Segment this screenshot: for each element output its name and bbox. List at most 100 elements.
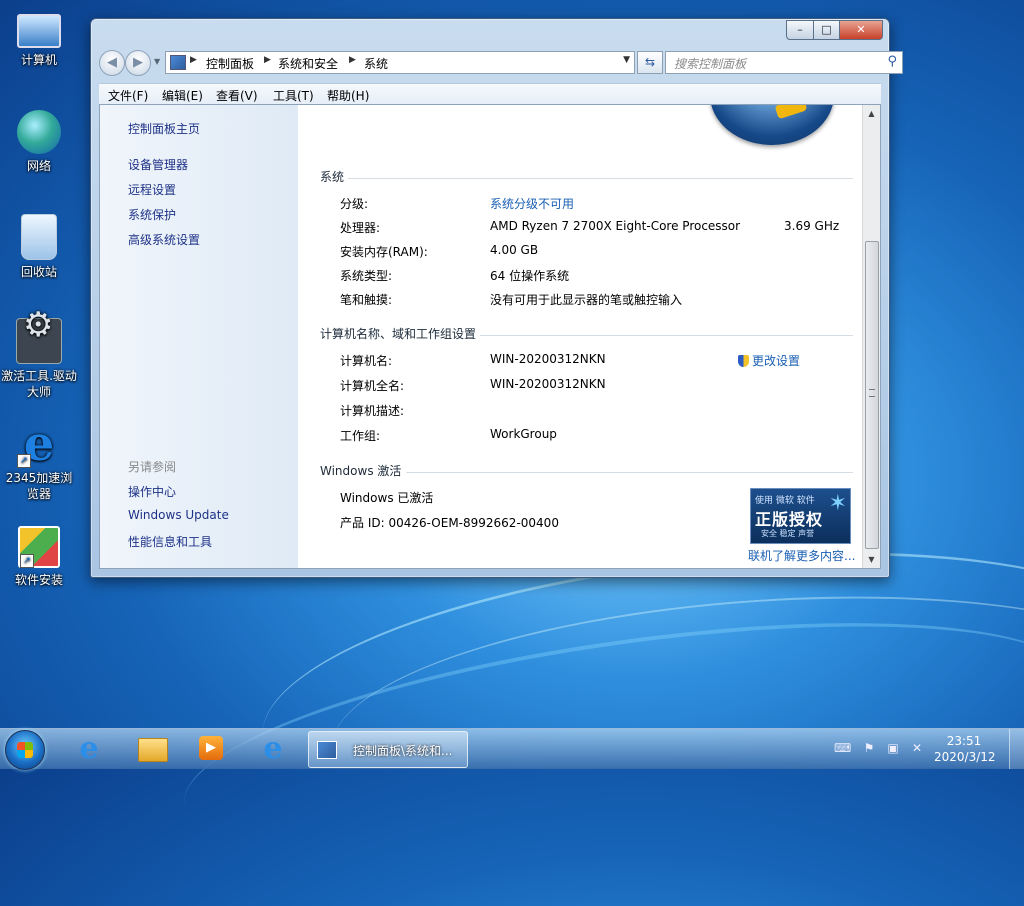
search-input[interactable]: 搜索控制面板 ⚲ [665, 51, 903, 74]
minimize-button[interactable]: – [786, 20, 814, 40]
desktop-icon-label: 回收站 [20, 265, 57, 279]
refresh-button[interactable]: ⇆ [637, 51, 663, 74]
clock-time: 23:51 [946, 734, 982, 748]
taskbar-media-player-icon[interactable] [186, 732, 236, 766]
start-button[interactable] [5, 730, 45, 770]
section-divider [348, 178, 853, 179]
desktop-icon-2345-browser[interactable]: e ↗ 2345加速浏览器 [0, 420, 78, 502]
keyboard-icon[interactable]: ⌨ [834, 741, 851, 755]
taskbar-explorer-icon[interactable] [126, 732, 176, 766]
vertical-scrollbar[interactable]: ▲ ▼ [862, 105, 880, 568]
menu-bar: 文件(F) 编辑(E) 查看(V) 工具(T) 帮助(H) [99, 83, 881, 104]
clock-date: 2020/3/12 [934, 750, 996, 764]
genuine-badge-title: 正版授权 [755, 510, 824, 529]
wallpaper-swoosh [322, 570, 1024, 872]
address-bar[interactable]: ▶ 控制面板 ▶ 系统和安全 ▶ 系统 ▼ [165, 51, 635, 74]
see-also-heading: 另请参阅 [128, 460, 177, 474]
control-panel-icon [317, 741, 337, 759]
computer-name-value: WIN-20200312NKN [490, 352, 606, 366]
system-clock[interactable]: 23:51 2020/3/12 [934, 733, 996, 765]
breadcrumb-system-security[interactable]: 系统和安全 [278, 55, 338, 72]
computer-name-section-title: 计算机名称、域和工作组设置 [320, 327, 477, 341]
menu-view[interactable]: 查看(V) [216, 87, 258, 104]
breadcrumb-system[interactable]: 系统 [364, 55, 388, 72]
action-center-link[interactable]: 操作中心 [128, 483, 176, 500]
system-type-label: 系统类型: [340, 269, 393, 283]
recycle-bin-icon [21, 214, 57, 260]
recent-pages-dropdown-icon[interactable]: ▼ [154, 57, 160, 66]
advanced-system-settings-link[interactable]: 高级系统设置 [128, 231, 200, 248]
desktop-icon-label: 软件安装 [14, 573, 63, 587]
navigation-bar: ◀ ▶ ▼ ▶ 控制面板 ▶ 系统和安全 ▶ 系统 ▼ ⇆ 搜索控制面板 ⚲ [99, 49, 903, 77]
menu-file[interactable]: 文件(F) [108, 87, 148, 104]
network-globe-icon [17, 110, 61, 154]
window-content: 控制面板主页 设备管理器 远程设置 系统保护 高级系统设置 另请参阅 操作中心 … [99, 104, 881, 569]
activation-status: Windows 已激活 [340, 491, 434, 505]
genuine-software-badge[interactable]: 使用 微软 软件 ✶ 正版授权 安全 稳定 声誉 [750, 488, 851, 544]
star-icon: ✶ [828, 491, 847, 516]
menu-tools[interactable]: 工具(T) [273, 87, 314, 104]
search-placeholder: 搜索控制面板 [674, 57, 747, 71]
control-panel-icon [170, 55, 186, 70]
desktop-icon-label: 计算机 [20, 53, 57, 67]
computer-description-label: 计算机描述: [340, 404, 405, 418]
workgroup-label: 工作组: [340, 429, 381, 443]
product-id: 产品 ID: 00426-OEM-8992662-00400 [340, 516, 559, 530]
menu-edit[interactable]: 编辑(E) [162, 87, 203, 104]
device-manager-link[interactable]: 设备管理器 [128, 156, 188, 173]
learn-more-online-link[interactable]: 联机了解更多内容... [748, 547, 855, 564]
computer-icon [17, 14, 61, 48]
volume-muted-icon[interactable]: ✕ [910, 741, 924, 755]
breadcrumb-separator-icon[interactable]: ▶ [190, 55, 197, 65]
processor-speed: 3.69 GHz [784, 219, 840, 233]
performance-info-link[interactable]: 性能信息和工具 [128, 533, 212, 550]
section-divider [406, 472, 853, 473]
scroll-down-arrow-icon[interactable]: ▼ [863, 551, 880, 568]
desktop-icon-label: 2345加速浏览器 [5, 471, 73, 501]
back-button[interactable]: ◀ [99, 50, 125, 76]
system-section-title: 系统 [320, 170, 345, 184]
control-panel-home-link[interactable]: 控制面板主页 [128, 120, 200, 137]
scroll-grip-icon [869, 389, 875, 397]
menu-help[interactable]: 帮助(H) [327, 87, 369, 104]
workgroup-value: WorkGroup [490, 427, 557, 441]
full-computer-name-value: WIN-20200312NKN [490, 377, 606, 391]
action-center-flag-icon[interactable]: ⚑ [862, 741, 876, 755]
rating-link[interactable]: 系统分级不可用 [490, 195, 574, 212]
taskbar-active-window[interactable]: 控制面板\系统和... [308, 731, 468, 768]
shortcut-arrow-icon: ↗ [20, 554, 34, 568]
maximize-button[interactable]: □ [814, 20, 840, 40]
activation-section-title: Windows 激活 [320, 464, 402, 478]
pen-touch-value: 没有可用于此显示器的笔或触控输入 [490, 293, 683, 307]
full-computer-name-label: 计算机全名: [340, 379, 405, 393]
desktop-icon-computer[interactable]: 计算机 [0, 8, 78, 68]
system-type-value: 64 位操作系统 [490, 269, 570, 283]
scroll-thumb[interactable] [865, 241, 879, 549]
close-button[interactable]: ✕ [840, 20, 883, 40]
desktop-icon-software-install[interactable]: ↗ 软件安装 [0, 526, 78, 588]
windows-update-link[interactable]: Windows Update [128, 508, 229, 522]
computer-name-label: 计算机名: [340, 354, 393, 368]
scroll-up-arrow-icon[interactable]: ▲ [863, 105, 880, 122]
breadcrumb-separator-icon[interactable]: ▶ [264, 55, 271, 65]
remote-settings-link[interactable]: 远程设置 [128, 181, 176, 198]
show-desktop-button[interactable] [1009, 729, 1024, 769]
section-divider [480, 335, 853, 336]
taskbar-browser-icon[interactable]: e [248, 732, 298, 766]
network-icon[interactable]: ▣ [886, 741, 900, 755]
taskbar: e e 控制面板\系统和... ⌨ ⚑ ▣ ✕ 23:51 2020/3/12 [0, 728, 1024, 770]
forward-button[interactable]: ▶ [125, 50, 151, 76]
search-icon[interactable]: ⚲ [887, 54, 897, 69]
desktop-icon-recycle-bin[interactable]: 回收站 [0, 214, 78, 280]
breadcrumb-separator-icon[interactable]: ▶ [349, 55, 356, 65]
address-dropdown-icon[interactable]: ▼ [623, 55, 630, 65]
system-protection-link[interactable]: 系统保护 [128, 206, 176, 223]
taskbar-ie-icon[interactable]: e [64, 732, 114, 766]
taskbar-window-label: 控制面板\系统和... [353, 744, 453, 758]
change-settings-link[interactable]: 更改设置 [738, 352, 800, 369]
breadcrumb-control-panel[interactable]: 控制面板 [206, 55, 254, 72]
desktop-icon-activation-tool[interactable]: 激活工具.驱动大师 [0, 317, 78, 400]
genuine-badge-bottom-text: 安全 稳定 声誉 [761, 529, 815, 538]
caption-buttons: – □ ✕ [786, 20, 883, 40]
desktop-icon-network[interactable]: 网络 [0, 110, 78, 174]
